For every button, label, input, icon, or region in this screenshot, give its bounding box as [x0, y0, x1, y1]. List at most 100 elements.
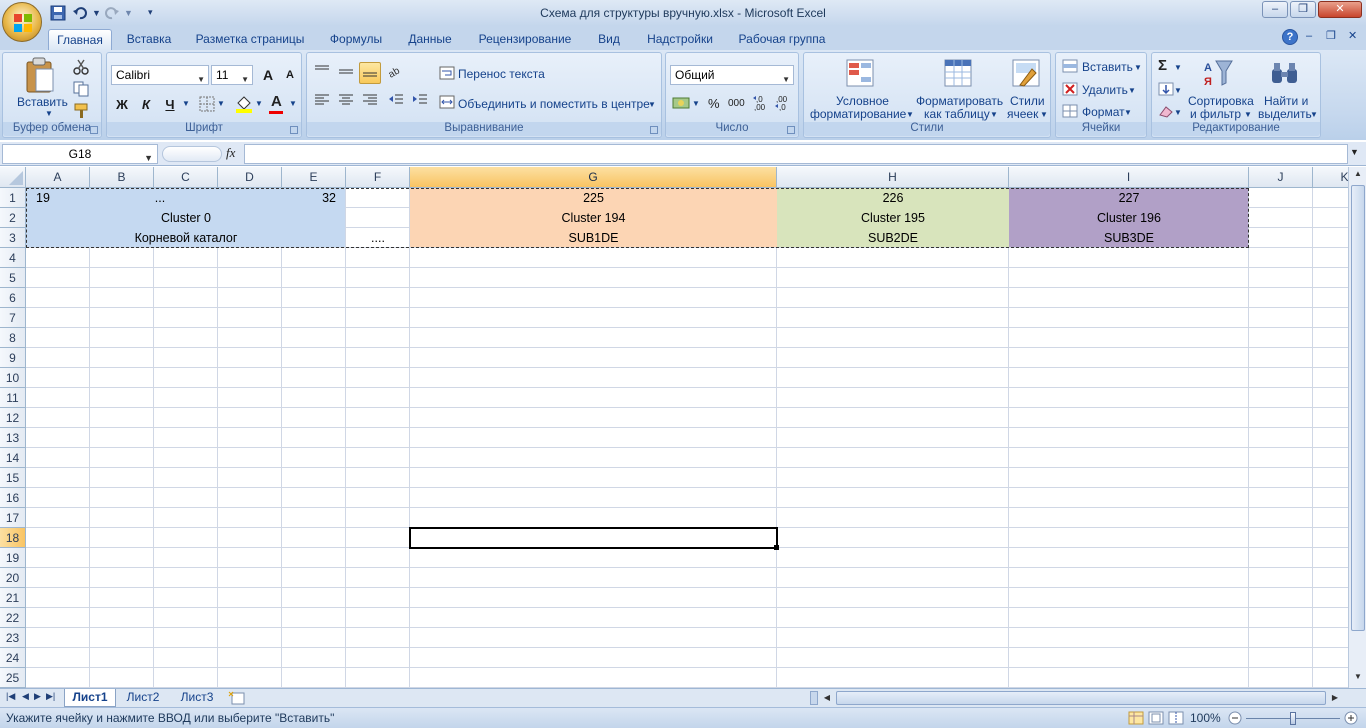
- doc-restore-button[interactable]: ❐: [1326, 29, 1336, 42]
- currency-dropdown-icon[interactable]: ▼: [692, 99, 700, 108]
- zoom-level[interactable]: 100%: [1190, 711, 1221, 725]
- format-cells-button[interactable]: Формат: [1082, 105, 1125, 119]
- first-sheet-icon[interactable]: |◀: [6, 691, 15, 702]
- sort-filter-icon[interactable]: AЯ: [1204, 59, 1234, 90]
- insert-cells-button[interactable]: Вставить: [1082, 60, 1133, 74]
- insert-dropdown-icon[interactable]: ▼: [1134, 63, 1142, 72]
- row-header[interactable]: 22: [0, 608, 26, 628]
- conditional-formatting-line2[interactable]: форматирование: [810, 107, 906, 121]
- cell-styles-line2[interactable]: ячеек: [1007, 107, 1038, 121]
- column-header-b[interactable]: B: [90, 167, 154, 188]
- find-select-line1[interactable]: Найти и: [1264, 94, 1308, 108]
- delete-cells-button[interactable]: Удалить: [1082, 83, 1128, 97]
- row-header[interactable]: 15: [0, 468, 26, 488]
- insert-sheet-icon[interactable]: [228, 691, 248, 708]
- row-header[interactable]: 12: [0, 408, 26, 428]
- cell-styles-icon[interactable]: [1012, 59, 1040, 90]
- row-header[interactable]: 19: [0, 548, 26, 568]
- minimize-button[interactable]: –: [1262, 1, 1288, 18]
- merge-center-button[interactable]: Объединить и поместить в центре: [458, 97, 650, 111]
- tab-view[interactable]: Вид: [590, 29, 628, 50]
- scroll-down-icon[interactable]: ▼: [1351, 672, 1365, 686]
- align-middle-button[interactable]: [335, 62, 357, 84]
- last-sheet-icon[interactable]: ▶|: [46, 691, 55, 702]
- format-as-table-line1[interactable]: Форматировать: [916, 94, 1003, 108]
- wrap-text-button[interactable]: Перенос текста: [458, 67, 545, 81]
- underline-dropdown-icon[interactable]: ▼: [182, 99, 190, 108]
- clear-icon[interactable]: [1158, 104, 1174, 121]
- delete-dropdown-icon[interactable]: ▼: [1128, 86, 1136, 95]
- font-color-dropdown-icon[interactable]: ▼: [289, 99, 297, 108]
- tab-review[interactable]: Рецензирование: [470, 29, 580, 50]
- column-header-c[interactable]: C: [154, 167, 218, 188]
- row-header[interactable]: 21: [0, 588, 26, 608]
- orientation-button[interactable]: ab: [385, 62, 407, 84]
- column-header-d[interactable]: D: [218, 167, 282, 188]
- tab-home[interactable]: Главная: [48, 29, 112, 50]
- active-cell-g18[interactable]: [409, 527, 778, 549]
- fill-handle[interactable]: [774, 545, 779, 550]
- merge-dropdown-icon[interactable]: ▼: [648, 100, 656, 109]
- page-break-view-icon[interactable]: [1168, 711, 1184, 728]
- scroll-right-icon[interactable]: ▶: [1328, 691, 1342, 705]
- column-header-i[interactable]: I: [1009, 167, 1249, 188]
- next-sheet-icon[interactable]: ▶: [34, 691, 41, 702]
- conditional-formatting-icon[interactable]: [846, 59, 874, 90]
- paste-dropdown-icon[interactable]: ▼: [45, 109, 53, 118]
- row-header[interactable]: 11: [0, 388, 26, 408]
- borders-dropdown-icon[interactable]: ▼: [217, 99, 225, 108]
- font-name-select[interactable]: Calibri ▼: [111, 65, 209, 85]
- format-as-table-line2[interactable]: как таблицу: [924, 107, 990, 121]
- doc-close-button[interactable]: ✕: [1348, 29, 1357, 42]
- alignment-launcher-icon[interactable]: [650, 126, 658, 134]
- tab-addins[interactable]: Надстройки: [640, 29, 720, 50]
- merge-center-icon[interactable]: [439, 95, 455, 112]
- column-header-g[interactable]: G: [410, 167, 777, 188]
- format-dropdown-icon[interactable]: ▼: [1124, 108, 1132, 117]
- sheet-tab-1[interactable]: Лист1: [64, 689, 116, 707]
- italic-button[interactable]: К: [135, 93, 157, 115]
- row-header[interactable]: 4: [0, 248, 26, 268]
- sort-dropdown-icon[interactable]: ▼: [1244, 110, 1252, 119]
- cell-styles-line1[interactable]: Стили: [1010, 94, 1045, 108]
- tab-split-handle[interactable]: [810, 691, 818, 705]
- find-dropdown-icon[interactable]: ▼: [1310, 110, 1318, 119]
- align-center-button[interactable]: [335, 91, 357, 113]
- borders-icon[interactable]: [199, 96, 215, 115]
- row-header[interactable]: 9: [0, 348, 26, 368]
- row-header[interactable]: 7: [0, 308, 26, 328]
- sheet-tab-3[interactable]: Лист3: [172, 689, 222, 707]
- row-header[interactable]: 6: [0, 288, 26, 308]
- sheet-tab-2[interactable]: Лист2: [118, 689, 168, 707]
- font-size-select[interactable]: 11 ▼: [211, 65, 253, 85]
- column-header-k[interactable]: K: [1313, 167, 1348, 188]
- column-header-e[interactable]: E: [282, 167, 346, 188]
- zoom-out-icon[interactable]: [1228, 711, 1242, 728]
- paste-icon[interactable]: [25, 57, 55, 96]
- scroll-left-icon[interactable]: ◀: [820, 691, 834, 705]
- row-header[interactable]: 23: [0, 628, 26, 648]
- delete-cells-icon[interactable]: [1062, 82, 1078, 99]
- number-format-select[interactable]: Общий ▼: [670, 65, 794, 85]
- close-button[interactable]: ✕: [1318, 1, 1362, 18]
- fill-dropdown-icon[interactable]: ▼: [1174, 86, 1182, 95]
- column-header-f[interactable]: F: [346, 167, 410, 188]
- font-color-button[interactable]: A: [271, 93, 282, 110]
- thousands-button[interactable]: 000: [728, 98, 745, 109]
- format-as-table-icon[interactable]: [944, 59, 972, 90]
- row-header[interactable]: 20: [0, 568, 26, 588]
- formula-input[interactable]: [244, 144, 1348, 164]
- wrap-text-icon[interactable]: [439, 66, 455, 83]
- align-top-button[interactable]: [311, 62, 333, 84]
- row-header[interactable]: 14: [0, 448, 26, 468]
- horizontal-scroll-thumb[interactable]: [836, 691, 1326, 705]
- row-header[interactable]: 5: [0, 268, 26, 288]
- tab-formulas[interactable]: Формулы: [322, 29, 390, 50]
- cell-styles-dropdown-icon[interactable]: ▼: [1040, 110, 1048, 119]
- font-launcher-icon[interactable]: [290, 126, 298, 134]
- fill-color-icon[interactable]: [235, 95, 253, 116]
- conditional-formatting-line1[interactable]: Условное: [836, 94, 889, 108]
- scroll-up-icon[interactable]: ▲: [1351, 169, 1365, 183]
- column-header-j[interactable]: J: [1249, 167, 1313, 188]
- page-layout-view-icon[interactable]: [1148, 711, 1164, 728]
